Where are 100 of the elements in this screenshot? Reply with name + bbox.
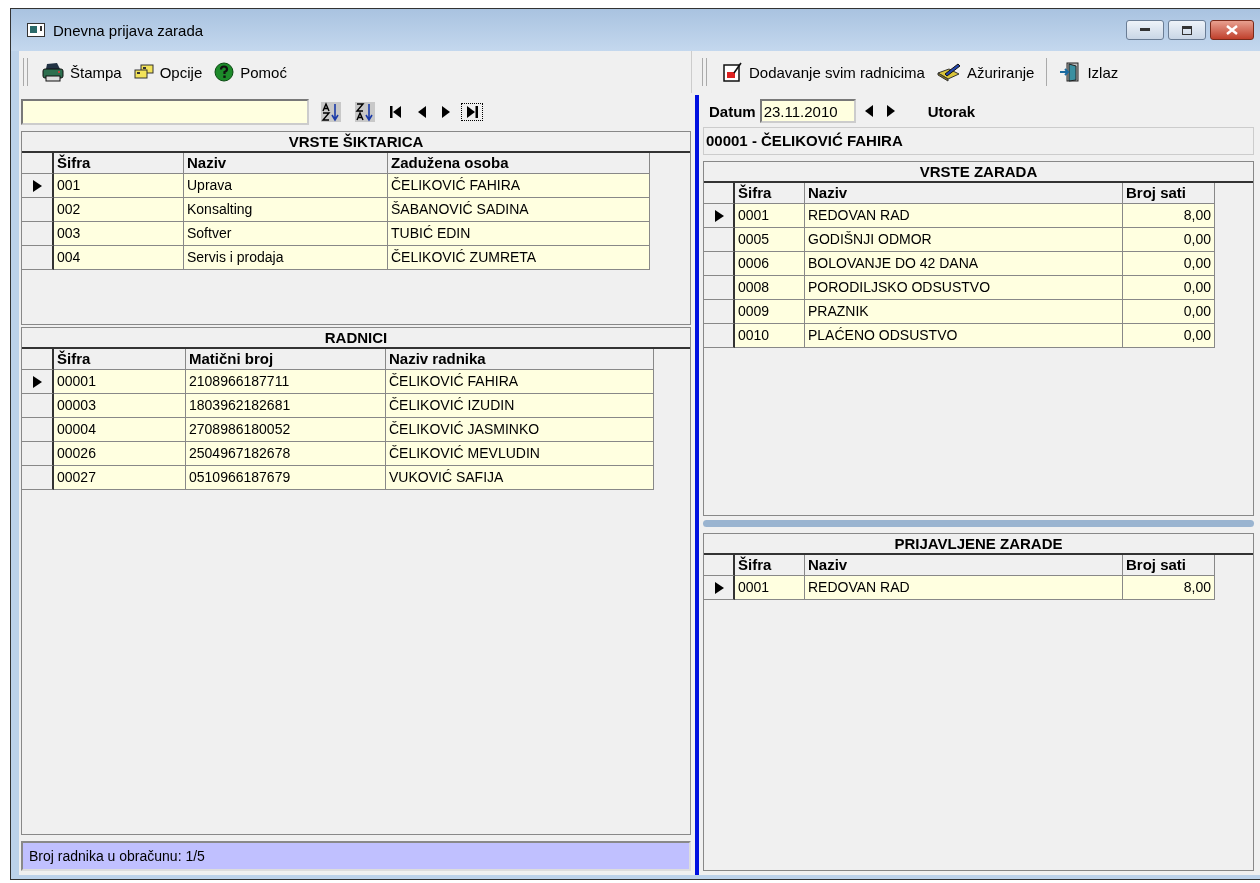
maximize-icon [1182, 25, 1192, 35]
table-cell: 0,00 [1123, 228, 1215, 252]
toolbar-button[interactable]: Pomoć [210, 60, 291, 84]
table-cell: ČELIKOVIĆ FAHIRA [386, 370, 654, 394]
column-header: Zadužena osoba [388, 153, 650, 174]
last-record-button[interactable] [461, 103, 483, 121]
table-cell: BOLOVANJE DO 42 DANA [805, 252, 1123, 276]
table-cell: PRAZNIK [805, 300, 1123, 324]
column-header: Šifra [735, 183, 805, 204]
column-header: Naziv radnika [386, 349, 654, 370]
table-cell: 0510966187679 [186, 466, 386, 490]
toolbar-button[interactable]: Ažuriranje [932, 60, 1039, 84]
column-header: Naziv [805, 183, 1123, 204]
row-indicator[interactable] [22, 442, 54, 466]
table-cell: 0,00 [1123, 300, 1215, 324]
row-indicator[interactable] [704, 576, 735, 600]
table-cell: 2108966187711 [186, 370, 386, 394]
table-cell: 0006 [735, 252, 805, 276]
table-cell: GODIŠNJI ODMOR [805, 228, 1123, 252]
row-indicator[interactable] [22, 466, 54, 490]
table-cell: 1803962182681 [186, 394, 386, 418]
row-indicator[interactable] [704, 228, 735, 252]
date-label: Datum [709, 102, 756, 120]
table-cell: Servis i prodaja [184, 246, 388, 270]
left-triangle-icon [863, 104, 874, 118]
row-indicator[interactable] [22, 418, 54, 442]
table-cell: 0010 [735, 324, 805, 348]
table-cell: 0005 [735, 228, 805, 252]
table-cell: 0,00 [1123, 276, 1215, 300]
help-icon [214, 62, 235, 82]
sort-descending-icon [355, 102, 375, 122]
pencil-icon [936, 62, 961, 82]
row-indicator[interactable] [704, 324, 735, 348]
toolbar-button[interactable]: Izlaz [1055, 59, 1123, 85]
table-cell: 00003 [54, 394, 186, 418]
table-cell: REDOVAN RAD [805, 576, 1123, 600]
table-cell: 00026 [54, 442, 186, 466]
column-header: Matični broj [186, 349, 386, 370]
toolbar-button[interactable]: Dodavanje svim radnicima [717, 59, 929, 85]
maximize-button[interactable] [1168, 20, 1206, 40]
toolbar-button[interactable]: Štampa [38, 60, 126, 84]
employee-header: 00001 - ČELIKOVIĆ FAHIRA [703, 127, 1254, 155]
table-cell: Uprava [184, 174, 388, 198]
status-bar: Broj radnika u obračunu: 1/5 [21, 841, 691, 871]
right-triangle-icon [885, 104, 896, 118]
column-header: Naziv [805, 555, 1123, 576]
sort-ascending-icon [321, 102, 341, 122]
toolbar-button[interactable]: Opcije [129, 61, 207, 83]
table-cell: 0001 [735, 576, 805, 600]
row-indicator[interactable] [704, 204, 735, 228]
table-cell: ČELIKOVIĆ MEVLUDIN [386, 442, 654, 466]
table-cell: 001 [54, 174, 184, 198]
weekday-label: Utorak [927, 102, 976, 120]
table-cell: Konsalting [184, 198, 388, 222]
close-icon [1226, 25, 1238, 35]
search-field[interactable] [21, 99, 309, 125]
report-icon [721, 61, 743, 83]
table-cell: 00001 [54, 370, 186, 394]
column-header: Šifra [54, 153, 184, 174]
date-field[interactable]: 23.11.2010 [759, 99, 856, 123]
row-indicator[interactable] [22, 222, 54, 246]
column-header: Broj sati [1123, 183, 1215, 204]
table-cell: TUBIĆ EDIN [388, 222, 650, 246]
minimize-button[interactable] [1126, 20, 1164, 40]
row-indicator[interactable] [22, 246, 54, 270]
row-indicator[interactable] [704, 252, 735, 276]
row-indicator[interactable] [22, 370, 54, 394]
splitter-handle[interactable] [703, 520, 1254, 527]
close-button[interactable] [1210, 20, 1254, 40]
row-indicator[interactable] [704, 300, 735, 324]
table-cell: ČELIKOVIĆ ZUMRETA [388, 246, 650, 270]
table-cell: Softver [184, 222, 388, 246]
column-header: Šifra [735, 555, 805, 576]
table-cell: 00004 [54, 418, 186, 442]
row-indicator[interactable] [22, 394, 54, 418]
printer-icon [42, 62, 64, 82]
table-cell: 8,00 [1123, 576, 1215, 600]
column-header: Naziv [184, 153, 388, 174]
table-cell: ČELIKOVIĆ IZUDIN [386, 394, 654, 418]
table-cell: 8,00 [1123, 204, 1215, 228]
table-cell: 0009 [735, 300, 805, 324]
exit-door-icon [1059, 61, 1082, 83]
minimize-icon [1140, 28, 1150, 32]
table-cell: VUKOVIĆ SAFIJA [386, 466, 654, 490]
table-cell: 0001 [735, 204, 805, 228]
window-icon [27, 23, 45, 37]
table-cell: 2504967182678 [186, 442, 386, 466]
table-cell: 003 [54, 222, 184, 246]
row-indicator[interactable] [22, 198, 54, 222]
table-cell: 00027 [54, 466, 186, 490]
row-indicator[interactable] [704, 276, 735, 300]
table-cell: 0,00 [1123, 252, 1215, 276]
table-cell: 0008 [735, 276, 805, 300]
table-cell: PLAĆENO ODSUSTVO [805, 324, 1123, 348]
table-cell: REDOVAN RAD [805, 204, 1123, 228]
table-cell: 004 [54, 246, 184, 270]
table-cell: 0,00 [1123, 324, 1215, 348]
row-indicator[interactable] [22, 174, 54, 198]
first-record-icon [389, 105, 403, 119]
table-cell: PORODILJSKO ODSUSTVO [805, 276, 1123, 300]
